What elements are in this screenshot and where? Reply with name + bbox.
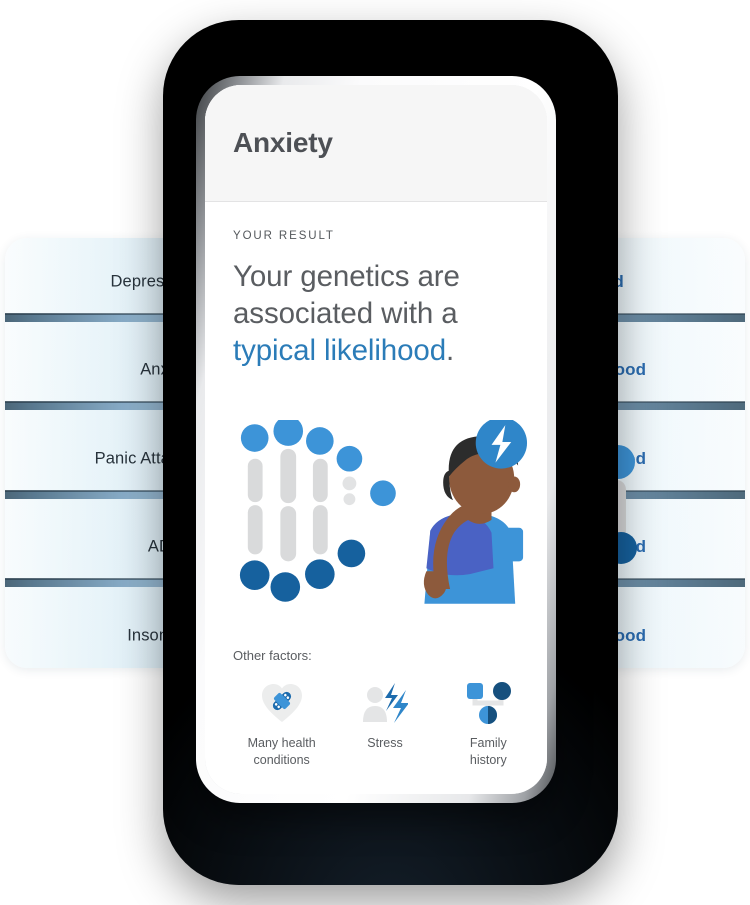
phone-screen-bezel: Anxiety YOUR RESULT Your genetics are as… — [205, 85, 547, 794]
heart-bandage-icon — [243, 677, 320, 729]
factor-label: Family history — [450, 735, 527, 768]
factor-label-line1: Stress — [367, 736, 403, 750]
factor-label-line2: history — [469, 752, 507, 767]
factor-family-history[interactable]: Family history — [450, 677, 527, 768]
page-title: Anxiety — [233, 127, 333, 158]
other-factors-grid: Many health conditions Stress Family his… — [233, 677, 527, 768]
result-kicker: YOUR RESULT — [233, 230, 335, 242]
factor-stress[interactable]: Stress — [346, 677, 423, 752]
factor-label-line1: Family — [469, 736, 507, 750]
result-period: . — [446, 334, 455, 368]
result-line-1: Your genetics are — [233, 260, 460, 293]
composition-stage: Depression Typical Likelihood Anxiety In… — [0, 0, 750, 905]
stressed-person — [423, 420, 528, 604]
app-screen: Anxiety YOUR RESULT Your genetics are as… — [205, 85, 547, 794]
app-header: Anxiety — [205, 85, 547, 202]
family-tree-icon — [450, 677, 527, 729]
factor-label: Many health conditions — [243, 735, 320, 768]
result-statement: Your genetics are associated with a typi… — [233, 258, 519, 369]
result-line-2: associated with a — [233, 297, 458, 331]
phone-mockup: Anxiety YOUR RESULT Your genetics are as… — [196, 76, 556, 803]
dna-person-illustration — [233, 420, 529, 605]
other-factors-section: Other factors: Many health conditions St… — [233, 648, 527, 768]
person-lightning-icon — [346, 677, 423, 729]
factor-many-health-conditions[interactable]: Many health conditions — [243, 677, 320, 768]
factor-label: Stress — [346, 735, 423, 752]
result-highlight: typical likelihood — [233, 334, 447, 368]
factor-label-line2: conditions — [253, 752, 310, 767]
screen-content: YOUR RESULT Your genetics are associated… — [205, 202, 547, 794]
factor-label-line1: Many health — [247, 736, 316, 750]
other-factors-title: Other factors: — [233, 648, 312, 663]
